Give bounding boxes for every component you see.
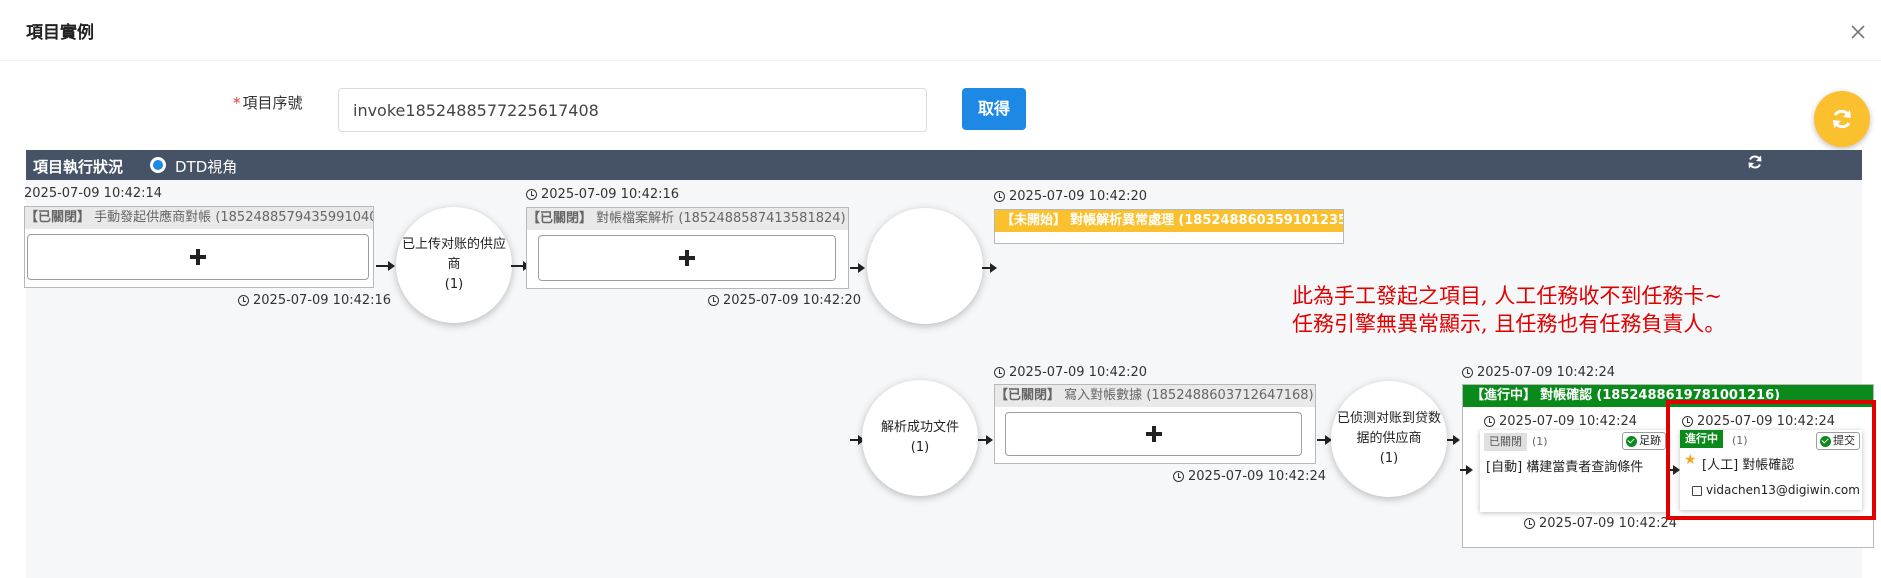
seq-label-text: 項目序號 bbox=[242, 94, 303, 112]
task3-ts-top: 2025-07-09 10:42:20 bbox=[994, 189, 1147, 204]
clock-icon bbox=[1173, 471, 1184, 482]
node-uploaded-suppliers[interactable]: 已上传对账的供应商 (1) bbox=[396, 207, 512, 323]
node-label: 已侦测对账到贷数据的供应商 bbox=[1336, 411, 1441, 446]
footprint-button[interactable]: 足跡 bbox=[1622, 432, 1666, 450]
seq-input[interactable] bbox=[338, 88, 927, 132]
node-count: (1) bbox=[1379, 451, 1399, 466]
execution-panel-bar bbox=[26, 150, 1862, 180]
flow-arrow bbox=[850, 435, 865, 445]
flow-arrow bbox=[1447, 435, 1460, 445]
flow-arrow bbox=[982, 263, 997, 273]
annotation-note: 此為手工發起之項目, 人工任務收不到任務卡~ 任務引擎無異常顯示, 且任務也有任… bbox=[1292, 282, 1725, 338]
modal-title: 項目實例 bbox=[26, 23, 94, 43]
task5-ts-top: 2025-07-09 10:42:24 bbox=[1462, 365, 1615, 380]
node-count: (1) bbox=[444, 277, 464, 292]
task1-ts-bottom: 2025-07-09 10:42:16 bbox=[238, 293, 391, 308]
node-parsed-files[interactable]: 解析成功文件 (1) bbox=[862, 380, 978, 496]
clock-icon bbox=[238, 295, 249, 306]
task-card-exception-handling: 【未開始】 對帳解析異常處理 (1852488603591012352) bbox=[994, 209, 1344, 244]
flow-arrow bbox=[850, 263, 865, 273]
required-mark: * bbox=[233, 94, 241, 112]
clock-icon bbox=[1484, 416, 1495, 427]
subtask-count: (1) bbox=[1532, 435, 1548, 448]
task1-header: 【已關閉】 手動發起供應商對帳 (1852488579435991040) bbox=[25, 207, 373, 229]
flow-arrow bbox=[376, 261, 395, 271]
task2-ts-top: 2025-07-09 10:42:16 bbox=[526, 187, 679, 202]
sub1-ts-top: 2025-07-09 10:42:24 bbox=[1484, 414, 1637, 429]
highlight-box bbox=[1666, 400, 1876, 520]
annotation-line-1: 此為手工發起之項目, 人工任務收不到任務卡~ bbox=[1292, 284, 1722, 308]
annotation-line-2: 任務引擎無異常顯示, 且任務也有任務負責人。 bbox=[1292, 312, 1726, 336]
subtask-name: [自動] 構建當責者查詢條件 bbox=[1486, 460, 1644, 475]
add-button[interactable] bbox=[1005, 412, 1302, 456]
node-detected-suppliers[interactable]: 已侦测对账到贷数据的供应商 (1) bbox=[1331, 381, 1447, 497]
task1-ts-top: 2025-07-09 10:42:14 bbox=[24, 186, 163, 201]
floating-refresh-button[interactable] bbox=[1814, 91, 1870, 147]
node-count: (1) bbox=[910, 440, 930, 455]
node-empty[interactable] bbox=[867, 208, 983, 324]
task4-ts-bottom: 2025-07-09 10:42:24 bbox=[1173, 469, 1326, 484]
task-card-write-data: 【已關閉】 寫入對帳數據 (1852488603712647168) bbox=[994, 384, 1316, 464]
task4-ts-top: 2025-07-09 10:42:20 bbox=[994, 365, 1147, 380]
task-card-manual-reconciliation: 【已關閉】 手動發起供應商對帳 (1852488579435991040) bbox=[24, 206, 374, 288]
panel-refresh-icon[interactable] bbox=[1746, 153, 1764, 171]
flow-arrow bbox=[1317, 435, 1332, 445]
flow-arrow bbox=[1460, 465, 1473, 475]
header-divider bbox=[0, 60, 1881, 61]
subtask-card-auto: 已關閉 (1) 足跡 [自動] 構建當責者查詢條件 bbox=[1480, 430, 1668, 512]
seq-label: * 項目序號 bbox=[233, 92, 303, 113]
dtd-view-radio[interactable] bbox=[150, 157, 166, 173]
add-button[interactable] bbox=[27, 234, 369, 280]
panel-title: 項目執行狀況 bbox=[33, 158, 124, 176]
sub1-ts-bottom: 2025-07-09 10:42:24 bbox=[1524, 516, 1677, 531]
clock-icon bbox=[994, 367, 1005, 378]
task3-header: 【未開始】 對帳解析異常處理 (1852488603591012352) bbox=[995, 210, 1343, 232]
flow-arrow bbox=[511, 261, 530, 271]
close-icon[interactable] bbox=[1848, 22, 1868, 42]
task2-ts-bottom: 2025-07-09 10:42:20 bbox=[708, 293, 861, 308]
task4-header: 【已關閉】 寫入對帳數據 (1852488603712647168) bbox=[995, 385, 1315, 407]
node-label: 解析成功文件 bbox=[880, 420, 959, 435]
clock-icon bbox=[1462, 367, 1473, 378]
clock-icon bbox=[994, 191, 1005, 202]
task2-header: 【已關閉】 對帳檔案解析 (1852488587413581824) bbox=[527, 208, 848, 230]
flow-arrow bbox=[978, 435, 993, 445]
fetch-button[interactable]: 取得 bbox=[962, 88, 1026, 130]
dtd-view-label: DTD視角 bbox=[175, 158, 238, 176]
clock-icon bbox=[708, 295, 719, 306]
clock-icon bbox=[526, 189, 537, 200]
check-icon bbox=[1626, 435, 1637, 447]
node-label: 已上传对账的供应商 bbox=[401, 237, 506, 272]
refresh-icon bbox=[1833, 109, 1851, 129]
clock-icon bbox=[1524, 518, 1535, 529]
task-card-file-parsing: 【已關閉】 對帳檔案解析 (1852488587413581824) bbox=[526, 207, 849, 289]
add-button[interactable] bbox=[538, 235, 836, 281]
subtask-status-badge: 已關閉 bbox=[1484, 433, 1527, 451]
